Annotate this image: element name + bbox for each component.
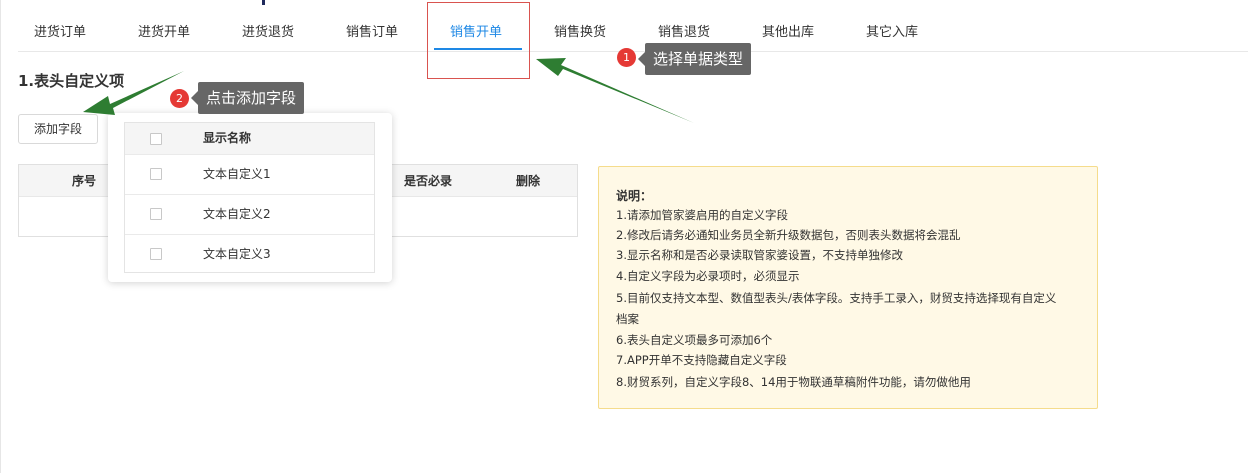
tab-purchase-invoice[interactable]: 进货开单 [138,0,190,52]
field-row-text-custom-1[interactable]: 文本自定义1 [125,154,374,194]
section-title: 1.表头自定义项 [18,72,125,90]
field-name: 文本自定义2 [203,207,271,221]
field-picker-popup: 显示名称 文本自定义1 文本自定义2 文本自定义3 [108,113,392,282]
tab-purchase-return[interactable]: 进货退货 [242,0,294,52]
note-title: 说明： [616,189,653,203]
field-row-text-custom-3[interactable]: 文本自定义3 [125,234,374,274]
column-delete: 删除 [516,174,541,188]
row-checkbox[interactable] [150,208,162,220]
tab-sales-order[interactable]: 销售订单 [346,0,398,52]
field-row-text-custom-2[interactable]: 文本自定义2 [125,194,374,234]
note-line: 4.自定义字段为必录项时，必须显示 [616,269,800,283]
row-checkbox[interactable] [150,168,162,180]
tab-highlight-box [427,2,530,79]
tab-other-outbound[interactable]: 其他出库 [762,0,814,52]
field-picker-header: 显示名称 [125,123,374,154]
note-line: 7.APP开单不支持隐藏自定义字段 [616,353,787,367]
note-line: 6.表头自定义项最多可添加6个 [616,333,773,347]
step-2-badge: 2 [170,89,189,108]
step-1-badge: 1 [617,48,636,67]
left-edge [0,0,1,473]
note-line: 8.财贸系列，自定义字段8、14用于物联通草稿附件功能，请勿做他用 [616,375,971,389]
field-picker-table: 显示名称 文本自定义1 文本自定义2 文本自定义3 [124,122,375,273]
step-1-callout: 选择单据类型 [637,43,752,75]
add-field-button[interactable]: 添加字段 [18,114,98,144]
column-index: 序号 [72,174,97,188]
step-2-callout: 点击添加字段 [190,82,305,114]
note-line: 档案 [616,312,639,326]
row-checkbox[interactable] [150,248,162,260]
note-line: 2.修改后请务必通知业务员全新升级数据包，否则表头数据将会混乱 [616,228,961,242]
note-line: 5.目前仅支持文本型、数值型表头/表体字段。支持手工录入，财贸支持选择现有自定义 [616,291,1057,305]
column-display-name: 显示名称 [203,131,252,145]
tab-other-inbound[interactable]: 其它入库 [866,0,918,52]
tab-bar: 进货订单 进货开单 进货退货 销售订单 销售开单 销售换货 销售退货 其他出库 … [18,0,1248,52]
field-name: 文本自定义1 [203,167,271,181]
tab-purchase-order[interactable]: 进货订单 [34,0,86,52]
select-all-checkbox[interactable] [150,133,162,145]
field-name: 文本自定义3 [203,247,271,261]
column-required: 是否必录 [404,174,453,188]
instructions-note: 说明： 1.请添加管家婆启用的自定义字段 2.修改后请务必通知业务员全新升级数据… [598,166,1098,409]
note-line: 1.请添加管家婆启用的自定义字段 [616,208,788,222]
tab-sales-exchange[interactable]: 销售换货 [554,0,606,52]
note-line: 3.显示名称和是否必录读取管家婆设置，不支持单独修改 [616,248,903,262]
